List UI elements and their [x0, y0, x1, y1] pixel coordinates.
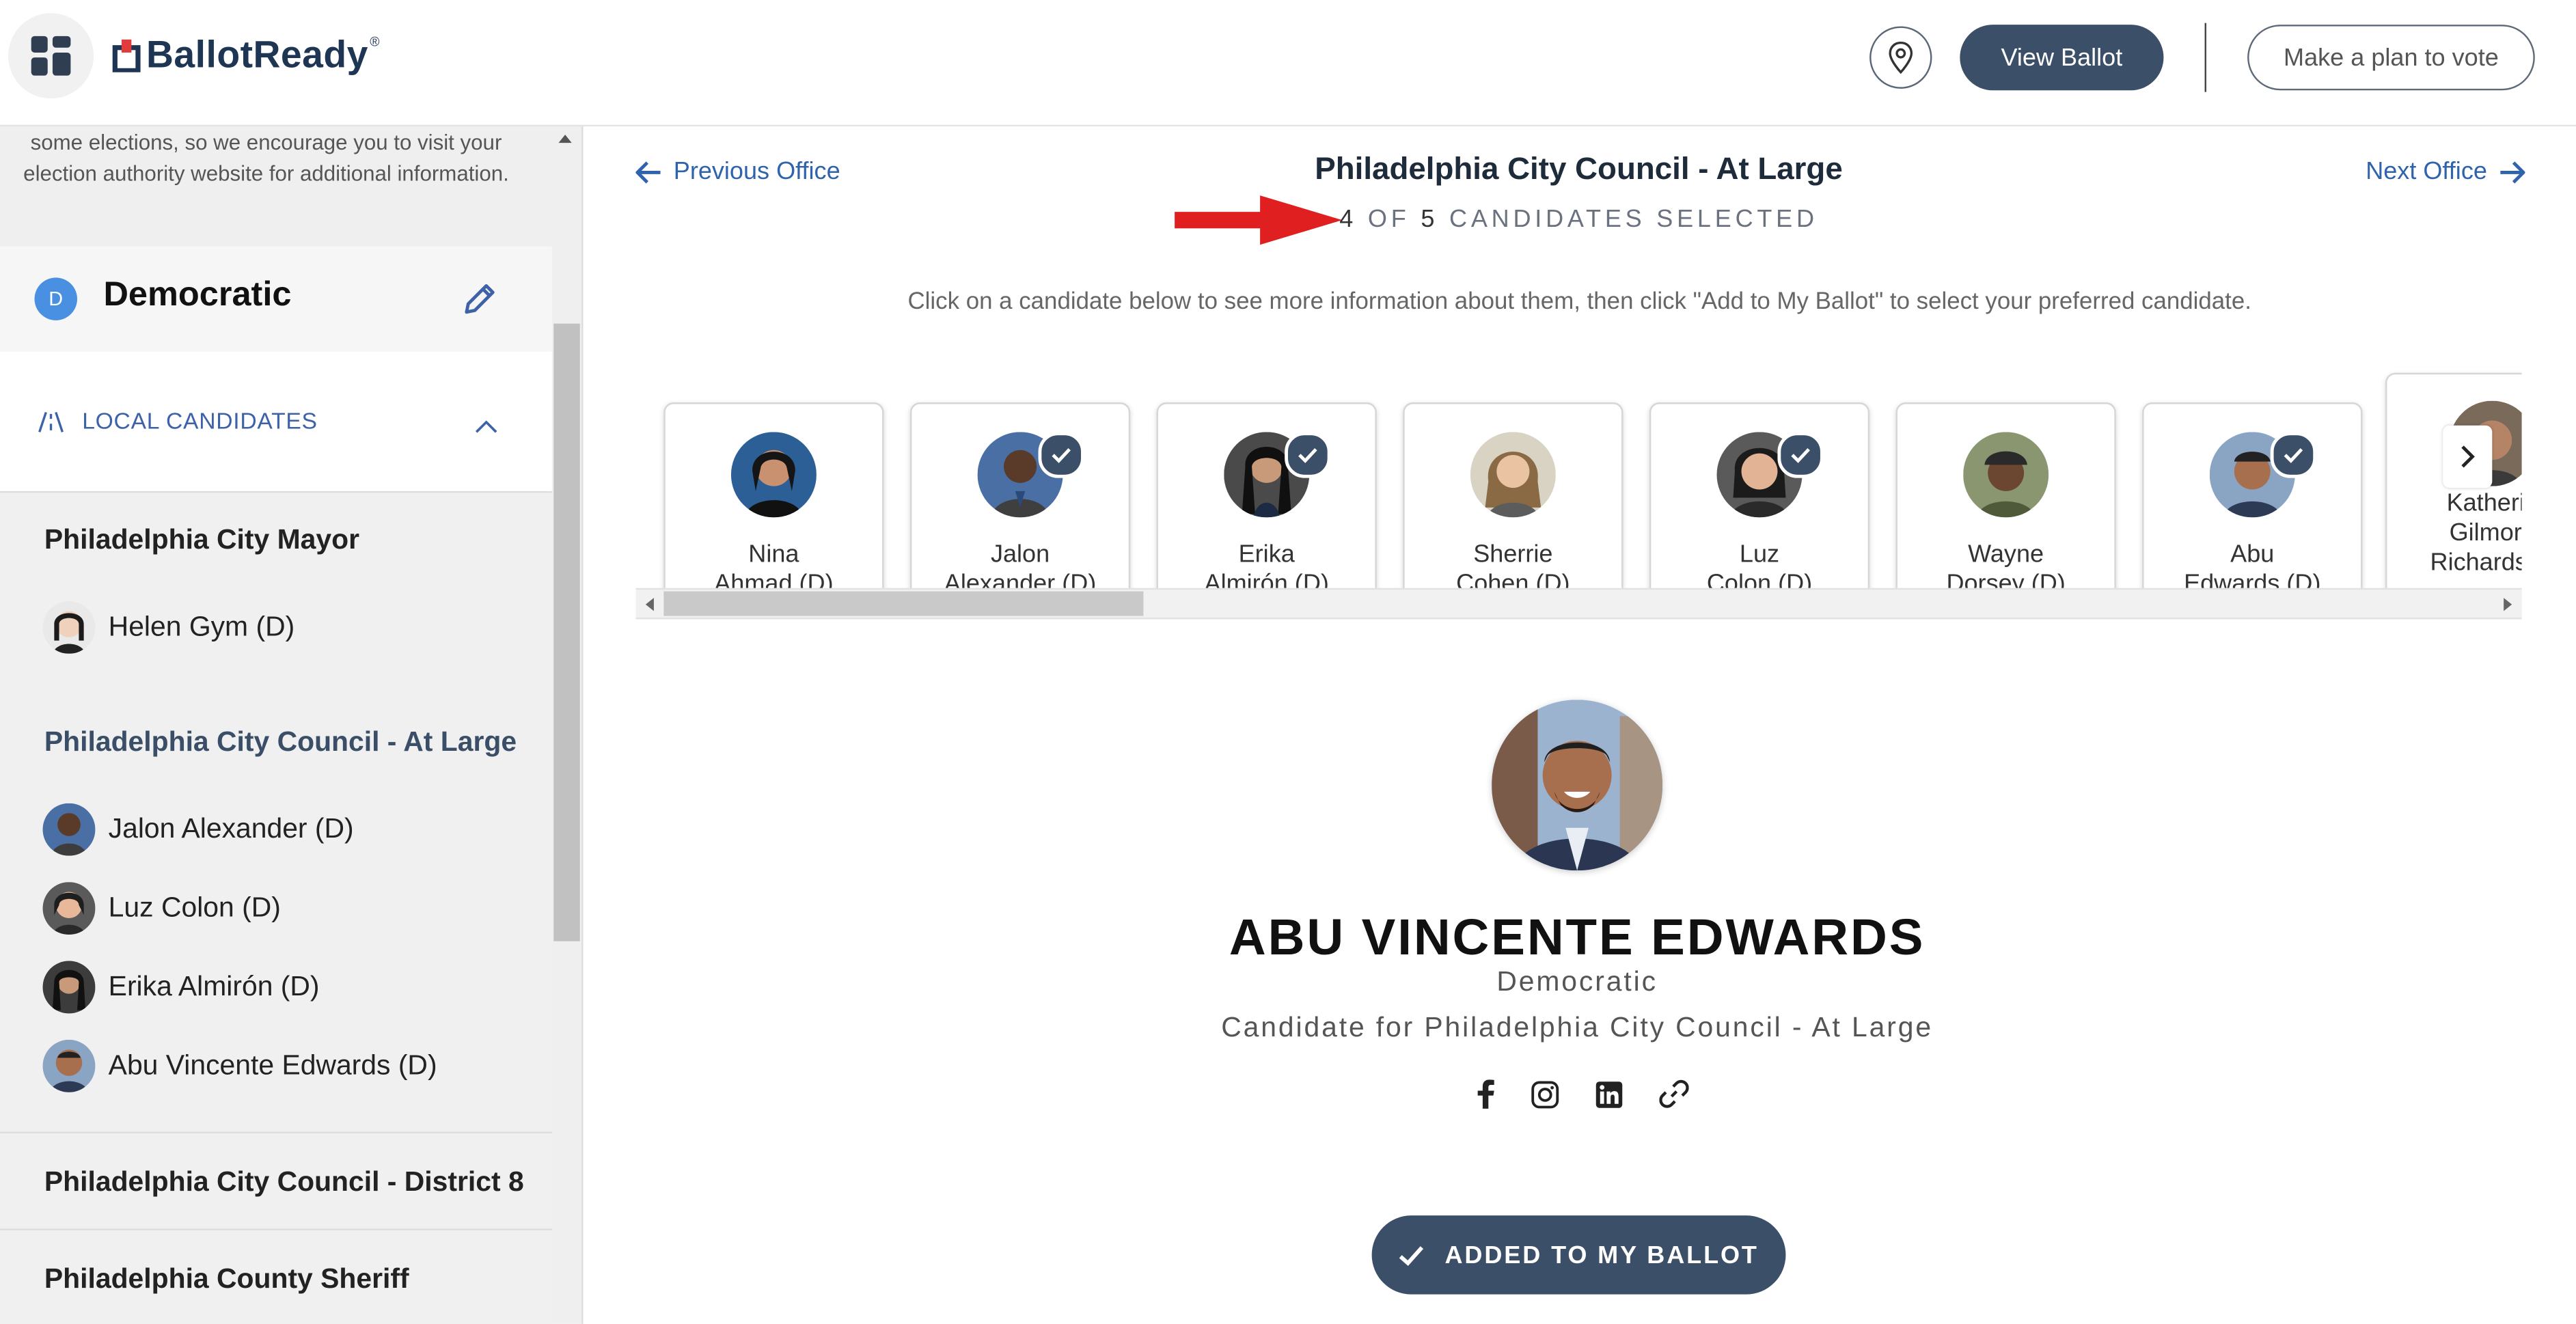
candidate-card-name: Katheri Gilmor Richardso: [2430, 489, 2522, 577]
candidate-avatar: [42, 1039, 96, 1092]
candidate-card[interactable]: Luz Colon (D): [1649, 402, 1870, 616]
office-title[interactable]: Philadelphia County Sheriff: [44, 1263, 409, 1296]
selected-check-icon: [2270, 432, 2317, 478]
candidate-card[interactable]: Sherrie Cohen (D): [1403, 402, 1623, 616]
chevron-right-icon: [2461, 445, 2475, 468]
candidate-avatar: [730, 432, 817, 518]
view-ballot-button[interactable]: View Ballot: [1960, 25, 2164, 91]
sidebar-candidate[interactable]: Helen Gym (D): [42, 601, 295, 654]
party-badge: D: [34, 277, 78, 320]
next-office-link[interactable]: Next Office: [2366, 158, 2525, 186]
office-title[interactable]: Philadelphia City Council - At Large: [44, 726, 517, 759]
registered-mark: ®: [370, 34, 380, 50]
candidate-card[interactable]: Katheri Gilmor Richardso: [2385, 372, 2522, 616]
office-block-district-8: Philadelphia City Council - District 8: [0, 1133, 552, 1230]
candidate-avatar: [42, 601, 96, 654]
selected-number: 4: [1339, 205, 1358, 234]
pencil-edit-icon[interactable]: [460, 279, 499, 327]
scroll-left-arrow[interactable]: [645, 598, 654, 611]
candidate-party: Democratic: [1496, 965, 1658, 997]
instagram-icon[interactable]: [1531, 1080, 1559, 1108]
candidate-card[interactable]: Erika Almirón (D): [1156, 402, 1377, 616]
candidate-full-name: ABU VINCENTE EDWARDS: [1229, 908, 1926, 966]
selected-check-icon: [1777, 432, 1824, 478]
apps-grid-icon[interactable]: [8, 13, 94, 99]
header-divider: [2204, 23, 2206, 92]
selected-check-icon: [1285, 432, 1331, 478]
top-header: BallotReady ® View Ballot Make a plan to…: [0, 0, 2576, 127]
linkedin-icon[interactable]: [1595, 1080, 1623, 1108]
candidate-photo: [1492, 700, 1663, 871]
local-candidates-label: LOCAL CANDIDATES: [82, 407, 318, 434]
location-pin-button[interactable]: [1869, 26, 1932, 89]
office-block-at-large: Philadelphia City Council - At Large Jal…: [0, 695, 552, 1133]
chevron-up-icon[interactable]: [475, 412, 498, 441]
ballotready-logo[interactable]: BallotReady ®: [111, 33, 379, 77]
candidate-avatar: [42, 961, 96, 1014]
sidebar-candidate[interactable]: Luz Colon (D): [42, 882, 281, 935]
added-to-ballot-label: ADDED TO MY BALLOT: [1444, 1241, 1759, 1269]
local-candidates-toggle[interactable]: LOCAL CANDIDATES: [0, 351, 552, 493]
scroll-right-arrow[interactable]: [2504, 598, 2512, 611]
ballot-box-icon: [112, 38, 141, 72]
candidate-office: Candidate for Philadelphia City Council …: [1221, 1012, 1933, 1043]
election-notice: some elections, so we encourage you to v…: [23, 129, 509, 186]
social-links: [1475, 1079, 1689, 1109]
make-plan-button[interactable]: Make a plan to vote: [2247, 25, 2535, 91]
scroll-up-arrow[interactable]: [558, 135, 572, 143]
candidate-name: Abu Vincente Edwards (D): [108, 1049, 437, 1081]
sidebar-scrollbar[interactable]: [553, 323, 580, 941]
party-name: Democratic: [103, 275, 292, 314]
office-block-sheriff: Philadelphia County Sheriff: [0, 1230, 552, 1324]
scrollbar-thumb[interactable]: [663, 591, 1144, 616]
selected-of: OF: [1367, 205, 1410, 234]
carousel-scrollbar[interactable]: [635, 588, 2522, 620]
link-icon[interactable]: [1659, 1079, 1689, 1109]
office-title[interactable]: Philadelphia City Mayor: [44, 524, 359, 557]
candidate-avatar: [42, 803, 96, 856]
candidate-avatar: [1470, 432, 1556, 518]
next-office-label: Next Office: [2366, 157, 2487, 186]
office-heading: Philadelphia City Council - At Large: [1315, 152, 1843, 188]
selected-suffix: CANDIDATES SELECTED: [1449, 205, 1818, 234]
instructions-text: Click on a candidate below to see more i…: [907, 289, 2251, 316]
candidate-card[interactable]: Abu Edwards (D): [2142, 402, 2363, 616]
candidate-name: Jalon Alexander (D): [108, 813, 354, 844]
selected-check-icon: [1038, 432, 1084, 478]
candidate-name: Erika Almirón (D): [108, 970, 320, 1002]
road-icon: [36, 411, 66, 442]
candidate-name: Luz Colon (D): [108, 892, 281, 924]
added-to-ballot-button[interactable]: ADDED TO MY BALLOT: [1371, 1215, 1786, 1295]
candidate-avatar: [1963, 432, 2049, 518]
candidate-carousel: Nina Ahmad (D) Jalon Alexander (D) Erika…: [635, 353, 2522, 616]
main-panel: Previous Office Philadelphia City Counci…: [583, 126, 2576, 1324]
sidebar-candidate[interactable]: Erika Almirón (D): [42, 961, 320, 1014]
party-row: D Democratic: [0, 246, 552, 352]
candidate-card[interactable]: Nina Ahmad (D): [663, 402, 884, 616]
office-title[interactable]: Philadelphia City Council - District 8: [44, 1166, 524, 1199]
candidate-avatar: [42, 882, 96, 935]
facebook-icon[interactable]: [1475, 1079, 1495, 1109]
selected-count: 4 OF 5 CANDIDATES SELECTED: [1168, 206, 1989, 234]
previous-office-label: Previous Office: [673, 157, 840, 186]
candidate-card[interactable]: Wayne Dorsey (D): [1895, 402, 2116, 616]
candidate-name: Helen Gym (D): [108, 611, 295, 643]
sidebar-candidate[interactable]: Jalon Alexander (D): [42, 803, 354, 856]
candidate-card[interactable]: Jalon Alexander (D): [909, 402, 1131, 616]
sidebar: some elections, so we encourage you to v…: [0, 126, 584, 1324]
sidebar-candidate[interactable]: Abu Vincente Edwards (D): [42, 1039, 437, 1092]
previous-office-link[interactable]: Previous Office: [635, 158, 840, 186]
checkmark-icon: [1399, 1245, 1425, 1265]
brand-name: BallotReady: [146, 33, 368, 76]
office-block-mayor: Philadelphia City Mayor Helen Gym (D): [0, 493, 552, 697]
selected-total: 5: [1421, 205, 1439, 234]
arrow-left-icon: [635, 161, 661, 183]
carousel-next-button[interactable]: [2443, 425, 2493, 488]
location-pin-icon: [1889, 41, 1913, 74]
arrow-right-icon: [2500, 161, 2525, 183]
